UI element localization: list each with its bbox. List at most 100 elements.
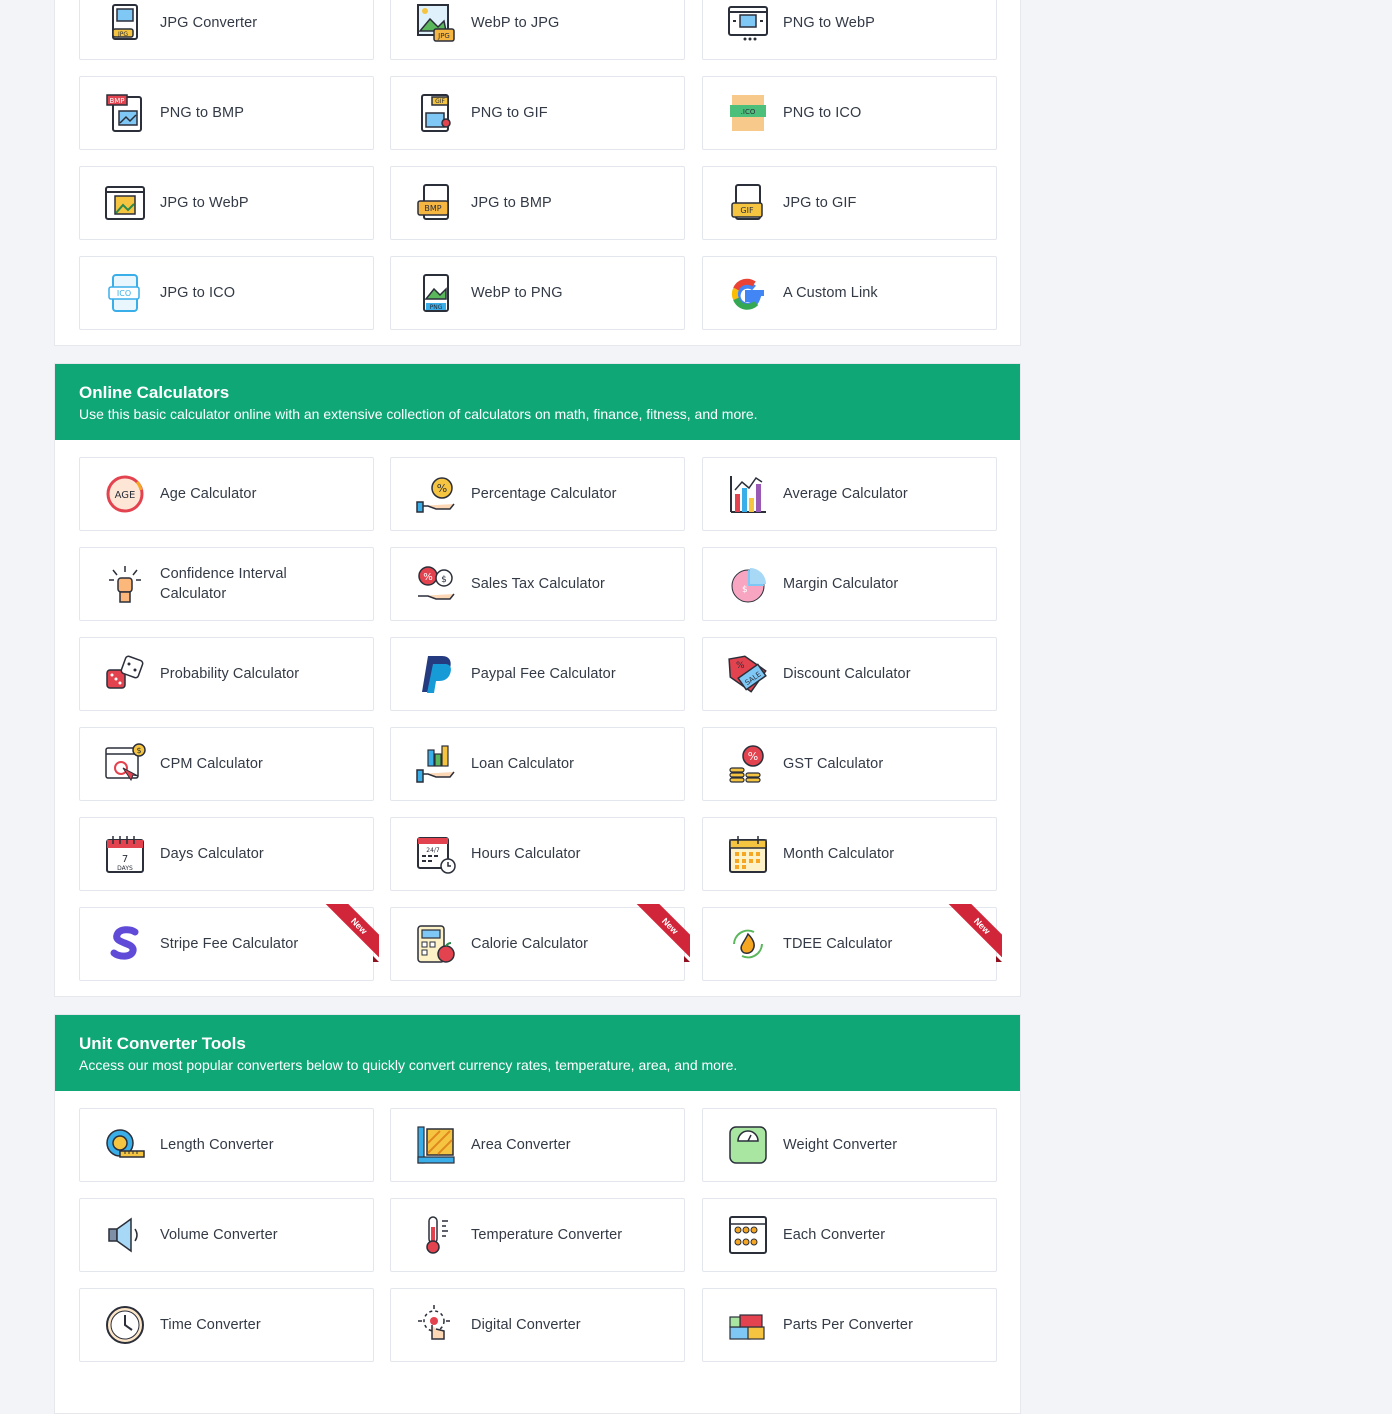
gif-file-icon: GIF — [414, 91, 458, 135]
tool-card-label: Sales Tax Calculator — [471, 576, 605, 592]
tool-card-tdee-calculator[interactable]: TDEE Calculator New — [702, 904, 1002, 981]
tool-card-png-to-gif[interactable]: GIF PNG to GIF — [390, 76, 685, 150]
tool-card-label: Hours Calculator — [471, 846, 581, 862]
tool-card-each-converter[interactable]: Each Converter — [702, 1198, 997, 1272]
clock-icon — [103, 1303, 147, 1347]
tool-card-label: PNG to WebP — [783, 15, 875, 31]
png-file-icon: PNG — [414, 271, 458, 315]
ico-document-icon: ICO — [103, 271, 147, 315]
bmp-document-icon: BMP — [414, 181, 458, 225]
tool-card-label: Loan Calculator — [471, 756, 575, 772]
calculators-title: Online Calculators — [79, 383, 230, 402]
tool-card-png-to-webp[interactable]: PNG to WebP — [702, 0, 997, 60]
unit-converters-header: Unit Converter Tools Access our most pop… — [55, 1015, 1020, 1091]
tool-card-average-calculator[interactable]: Average Calculator — [702, 457, 997, 531]
tool-card-label: PNG to BMP — [160, 105, 244, 121]
tool-card-label: Length Converter — [160, 1137, 274, 1153]
tool-card-jpg-to-webp[interactable]: JPG to WebP — [79, 166, 374, 240]
svg-text:GIF: GIF — [740, 206, 754, 215]
tool-card-discount-calculator[interactable]: SALE% Discount Calculator — [702, 637, 997, 711]
svg-text:%: % — [748, 750, 758, 763]
tool-card-margin-calculator[interactable]: $ Margin Calculator — [702, 547, 997, 621]
svg-text:PNG: PNG — [430, 304, 443, 311]
loan-hand-icon — [414, 742, 458, 786]
crate-icon — [726, 1213, 770, 1257]
tool-card-gst-calculator[interactable]: % GST Calculator — [702, 727, 997, 801]
raised-fist-icon — [103, 562, 147, 606]
tool-card-calorie-calculator[interactable]: Calorie Calculator New — [390, 904, 690, 981]
tool-card-hours-calculator[interactable]: 24/7 Hours Calculator — [390, 817, 685, 891]
flame-cycle-icon — [726, 922, 770, 966]
tool-card-label: WebP to JPG — [471, 15, 560, 31]
tool-card-temperature-converter[interactable]: Temperature Converter — [390, 1198, 685, 1272]
tool-card-paypal-fee-calculator[interactable]: Paypal Fee Calculator — [390, 637, 685, 711]
sale-tag-icon: SALE% — [726, 652, 770, 696]
tool-card-jpg-to-ico[interactable]: ICO JPG to ICO — [79, 256, 374, 330]
tool-card-webp-to-jpg[interactable]: JPG WebP to JPG — [390, 0, 685, 60]
tool-card-label: Probability Calculator — [160, 666, 300, 682]
tool-card-label: Time Converter — [160, 1317, 261, 1333]
ico-file-icon: .ICO — [726, 91, 770, 135]
area-ruler-icon — [414, 1123, 458, 1167]
svg-text:BMP: BMP — [109, 97, 124, 105]
tool-card-jpg-converter[interactable]: JPG JPG Converter — [79, 0, 374, 60]
new-ribbon-label: New — [632, 904, 690, 962]
new-ribbon: New — [321, 904, 379, 962]
tool-card-png-to-bmp[interactable]: BMP PNG to BMP — [79, 76, 374, 150]
tool-card-label: A Custom Link — [783, 285, 878, 301]
tool-card-label: GST Calculator — [783, 756, 884, 772]
tool-card-time-converter[interactable]: Time Converter — [79, 1288, 374, 1362]
tool-card-label: TDEE Calculator — [783, 936, 893, 952]
tool-card-digital-converter[interactable]: Digital Converter — [390, 1288, 685, 1362]
tool-card-sales-tax-calculator[interactable]: % $ Sales Tax Calculator — [390, 547, 685, 621]
tool-card-label: JPG to WebP — [160, 195, 249, 211]
svg-text:ICO: ICO — [117, 289, 131, 298]
svg-text:24/7: 24/7 — [426, 847, 440, 854]
tool-card-a-custom-link[interactable]: A Custom Link — [702, 256, 997, 330]
dice-icon — [103, 652, 147, 696]
speaker-icon — [103, 1213, 147, 1257]
tool-card-volume-converter[interactable]: Volume Converter — [79, 1198, 374, 1272]
svg-text:%: % — [437, 482, 447, 495]
tool-card-label: Paypal Fee Calculator — [471, 666, 616, 682]
tool-card-label: Calorie Calculator — [471, 936, 589, 952]
tool-card-webp-to-png[interactable]: PNG WebP to PNG — [390, 256, 685, 330]
tool-card-label: JPG Converter — [160, 15, 258, 31]
tool-card-confidence-interval-calculator[interactable]: Confidence Interval Calculator — [79, 547, 374, 621]
tool-card-days-calculator[interactable]: 7 DAYS Days Calculator — [79, 817, 374, 891]
touch-hand-icon — [414, 1303, 458, 1347]
tool-card-month-calculator[interactable]: Month Calculator — [702, 817, 997, 891]
svg-text:GIF: GIF — [435, 98, 445, 105]
svg-text:$: $ — [742, 585, 748, 595]
unit-converters-panel: Unit Converter Tools Access our most pop… — [54, 1014, 1021, 1414]
svg-text:JPG: JPG — [437, 32, 450, 40]
tool-card-length-converter[interactable]: Length Converter — [79, 1108, 374, 1182]
calculator-apple-icon — [414, 922, 458, 966]
svg-text:$: $ — [136, 746, 141, 755]
tool-card-age-calculator[interactable]: AGE Age Calculator — [79, 457, 374, 531]
new-ribbon-label: New — [944, 904, 1002, 962]
tool-card-area-converter[interactable]: Area Converter — [390, 1108, 685, 1182]
tool-card-parts-per-converter[interactable]: Parts Per Converter — [702, 1288, 997, 1362]
tool-card-cpm-calculator[interactable]: $ CPM Calculator — [79, 727, 374, 801]
browser-image-icon — [726, 1, 770, 45]
tool-card-label: Volume Converter — [160, 1227, 278, 1243]
tool-card-weight-converter[interactable]: Weight Converter — [702, 1108, 997, 1182]
tool-card-probability-calculator[interactable]: Probability Calculator — [79, 637, 374, 711]
calculators-subtitle: Use this basic calculator online with an… — [79, 406, 758, 422]
tool-card-percentage-calculator[interactable]: % Percentage Calculator — [390, 457, 685, 531]
svg-text:%: % — [423, 572, 433, 583]
svg-text:BMP: BMP — [424, 204, 441, 213]
tool-card-jpg-to-bmp[interactable]: BMP JPG to BMP — [390, 166, 685, 240]
tool-card-png-to-ico[interactable]: .ICO PNG to ICO — [702, 76, 997, 150]
tool-card-label: Month Calculator — [783, 846, 895, 862]
svg-text:%: % — [736, 661, 745, 671]
tool-card-stripe-fee-calculator[interactable]: Stripe Fee Calculator New — [79, 904, 379, 981]
browser-picture-icon — [103, 181, 147, 225]
calendar-clock-icon: 24/7 — [414, 832, 458, 876]
tool-card-label: Margin Calculator — [783, 576, 899, 592]
tool-card-jpg-to-gif[interactable]: GIF JPG to GIF — [702, 166, 997, 240]
tool-card-label: Age Calculator — [160, 486, 257, 502]
svg-text:7: 7 — [122, 854, 128, 865]
tool-card-loan-calculator[interactable]: Loan Calculator — [390, 727, 685, 801]
